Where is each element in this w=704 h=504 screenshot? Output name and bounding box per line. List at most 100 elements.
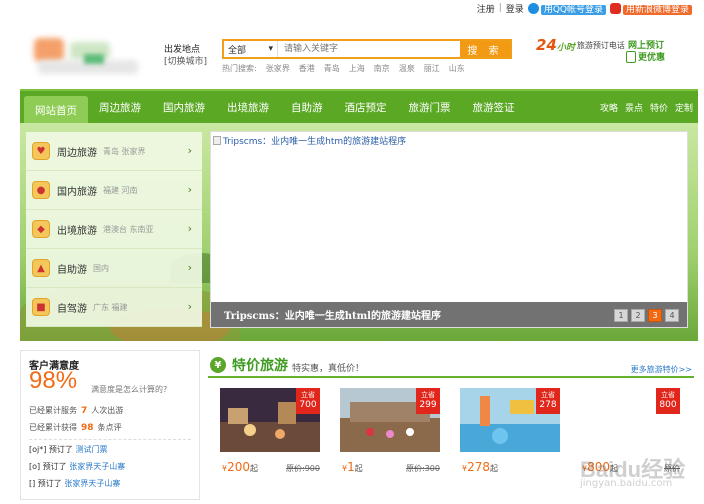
hot-keyword[interactable]: 丽江: [424, 63, 440, 74]
login-link[interactable]: 登录: [506, 2, 524, 15]
qq-login-button[interactable]: 用QQ帐号登录: [527, 2, 606, 15]
weibo-login-label: 用新浪微博登录: [622, 4, 692, 15]
deal-price: ¥1起: [342, 460, 363, 474]
departure-label: 出发地点: [164, 45, 201, 55]
chevron-right-icon: ›: [187, 222, 192, 235]
chevron-right-icon: ›: [187, 183, 192, 196]
watermark: Baidu经验 jingyan.baidu.com: [548, 450, 698, 500]
nav-home[interactable]: 网站首页: [24, 96, 88, 124]
search-category-select[interactable]: 全部 ▾: [224, 41, 278, 57]
globe-icon: ◆: [32, 220, 50, 238]
hot-keyword[interactable]: 张家界: [266, 63, 290, 74]
nav-visa[interactable]: 旅游签证: [462, 90, 526, 124]
deals-title: 特价旅游: [232, 358, 288, 374]
hot-keyword[interactable]: 青岛: [324, 63, 340, 74]
nav-guide[interactable]: 攻略: [600, 101, 618, 114]
deals-header: ¥ 特价旅游 特实惠，真低价！ 更多旅游特价>>: [208, 352, 694, 378]
satisfaction-percent: 98%: [29, 367, 78, 394]
slide-page-3[interactable]: 3: [648, 309, 662, 322]
category-sub: 广东 福建: [93, 302, 128, 312]
deal-price: ¥200起: [222, 460, 258, 474]
hot-keyword[interactable]: 南京: [374, 63, 390, 74]
site-logo[interactable]: [26, 24, 156, 80]
original-price: 原价:900: [286, 464, 320, 473]
nav-hotel[interactable]: 酒店预定: [334, 90, 398, 124]
nav-self-guided[interactable]: 自助游: [280, 90, 334, 124]
deal-card[interactable]: 立省 299 ¥1起 原价:300: [336, 388, 446, 500]
booking-item[interactable]: [] 预订了 张家界天子山寨: [29, 478, 120, 489]
category-name: 周边旅游: [57, 147, 97, 159]
category-outbound[interactable]: ◆ 出境旅游 港澳台 东南亚 ›: [26, 210, 202, 249]
promo-line2: 更优惠: [638, 53, 666, 63]
departure-city[interactable]: 出发地点 [切换城市]: [164, 44, 207, 68]
slide-alt-text: Tripscms：业内唯一生成htm的旅游建站程序: [223, 137, 407, 147]
category-domestic[interactable]: ● 国内旅游 福建 河南 ›: [26, 171, 202, 210]
nav-specials[interactable]: 特价: [650, 101, 668, 114]
category-name: 自助游: [57, 264, 87, 276]
nav-domestic[interactable]: 国内旅游: [152, 90, 216, 124]
saving-tag: 立省 800: [656, 388, 680, 414]
deal-price: ¥278起: [462, 460, 498, 474]
slideshow[interactable]: Tripscms：业内唯一生成htm的旅游建站程序 Tripscms：业内唯一生…: [210, 131, 688, 328]
backpack-icon: ▲: [32, 259, 50, 277]
slide-page-4[interactable]: 4: [665, 309, 679, 322]
category-sub: 国内: [93, 263, 109, 273]
broken-image: Tripscms：业内唯一生成htm的旅游建站程序: [213, 134, 406, 147]
chevron-right-icon: ›: [187, 144, 192, 157]
top-bar: 注册 | 登录 用QQ帐号登录 用新浪微博登录: [477, 0, 692, 16]
hot-keyword[interactable]: 香港: [299, 63, 315, 74]
category-nearby[interactable]: ♥ 周边旅游 青岛 张家界 ›: [26, 132, 202, 171]
switch-city-link[interactable]: [切换城市]: [164, 56, 207, 68]
category-sub: 福建 河南: [103, 185, 138, 195]
hot-keyword[interactable]: 温泉: [399, 63, 415, 74]
nav-nearby[interactable]: 周边旅游: [88, 90, 152, 124]
category-self-drive[interactable]: ■ 自驾游 广东 福建 ›: [26, 288, 202, 327]
nav-tickets[interactable]: 旅游门票: [398, 90, 462, 124]
category-sub: 港澳台 东南亚: [103, 224, 154, 234]
served-count: 已经累计服务 7 人次出游: [29, 406, 124, 416]
hot-search: 热门搜索: 张家界 香港 青岛 上海 南京 温泉 丽江 山东: [222, 63, 465, 74]
car-icon: ●: [32, 181, 50, 199]
saving-tag: 立省 700: [296, 388, 320, 414]
review-count: 已经累计获得 98 条点评: [29, 423, 122, 433]
qq-login-label: 用QQ帐号登录: [540, 4, 606, 15]
nav-sights[interactable]: 景点: [625, 101, 643, 114]
search-category-value: 全部: [228, 45, 247, 56]
saving-tag: 立省 278: [536, 388, 560, 414]
category-name: 自驾游: [57, 303, 87, 315]
register-link[interactable]: 注册: [477, 2, 495, 15]
chevron-right-icon: ›: [187, 261, 192, 274]
hot-search-label: 热门搜索:: [222, 64, 257, 73]
chevron-down-icon: ▾: [268, 44, 273, 54]
search-box: 全部 ▾ 搜 索: [222, 39, 512, 59]
hotline-24: 24小时: [536, 36, 575, 54]
nav-custom[interactable]: 定制: [675, 101, 693, 114]
satisfaction-question-link[interactable]: 满意度是怎么计算的?: [91, 384, 167, 395]
chevron-right-icon: ›: [187, 300, 192, 313]
separator: |: [498, 3, 502, 13]
qq-icon: [527, 2, 539, 14]
hot-keyword[interactable]: 山东: [449, 63, 465, 74]
weibo-icon: [609, 2, 621, 14]
steering-icon: ■: [32, 298, 50, 316]
mouse-icon: [626, 51, 636, 63]
search-button[interactable]: 搜 索: [460, 41, 510, 57]
category-self-guided[interactable]: ▲ 自助游 国内 ›: [26, 249, 202, 288]
nav-outbound[interactable]: 出境旅游: [216, 90, 280, 124]
weibo-login-button[interactable]: 用新浪微博登录: [609, 2, 692, 15]
slide-page-1[interactable]: 1: [614, 309, 628, 322]
watermark-url: jingyan.baidu.com: [580, 478, 673, 489]
hot-keyword[interactable]: 上海: [349, 63, 365, 74]
booking-item[interactable]: [oj*] 预订了 测试门票: [29, 444, 107, 455]
search-input[interactable]: [278, 41, 460, 57]
hotline: 24小时 旅游预订电话: [536, 36, 625, 54]
more-deals-link[interactable]: 更多旅游特价>>: [631, 364, 692, 375]
category-name: 出境旅游: [57, 225, 97, 237]
gift-icon: ♥: [32, 142, 50, 160]
promo-badge: 网上预订 更优惠: [624, 38, 690, 66]
category-sub: 青岛 张家界: [103, 146, 146, 156]
slide-page-2[interactable]: 2: [631, 309, 645, 322]
category-menu: ♥ 周边旅游 青岛 张家界 › ● 国内旅游 福建 河南 › ◆ 出境旅游 港澳…: [26, 132, 202, 328]
booking-item[interactable]: [o] 预订了 张家界天子山寨: [29, 461, 125, 472]
deal-card[interactable]: 立省 700 ¥200起 原价:900: [216, 388, 326, 500]
